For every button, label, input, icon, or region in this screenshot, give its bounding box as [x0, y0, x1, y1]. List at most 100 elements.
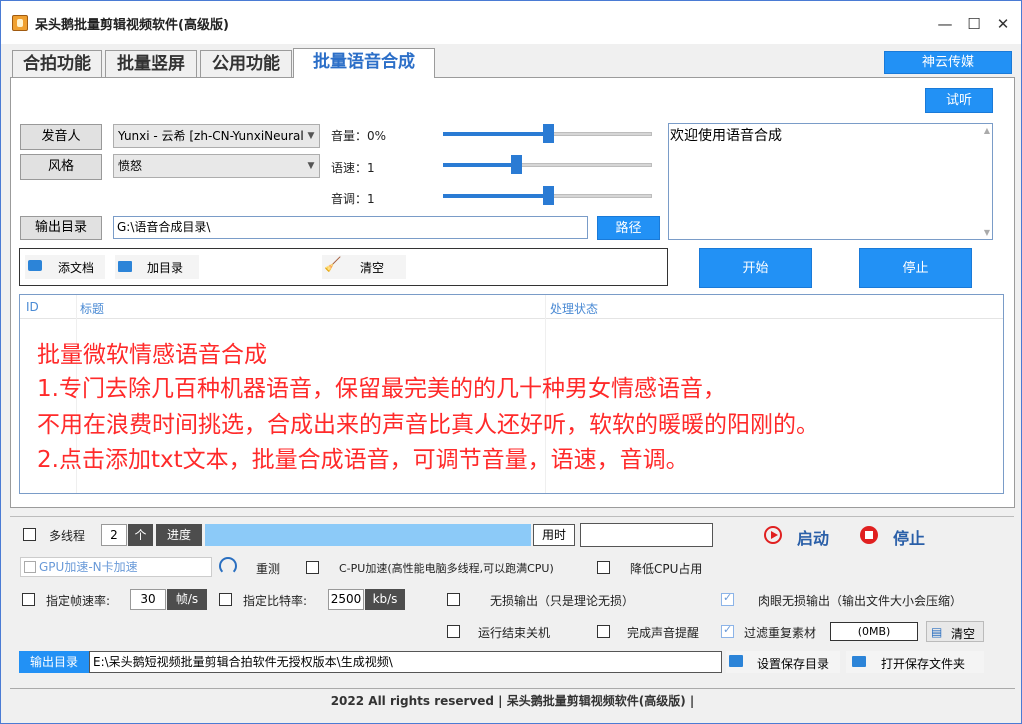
rate-slider-thumb[interactable]	[511, 155, 522, 174]
lower-cpu-checkbox[interactable]	[597, 561, 610, 574]
open-save-dir-label: 打开保存文件夹	[881, 657, 966, 671]
cpu-label: C-PU加速(高性能电脑多线程,可以跑满CPU)	[339, 562, 554, 575]
style-button[interactable]: 风格	[20, 154, 102, 180]
retest-button[interactable]: 重测	[256, 560, 280, 577]
speedometer-icon	[219, 557, 237, 575]
time-value	[580, 523, 713, 547]
volume-slider[interactable]	[443, 124, 652, 143]
path-button[interactable]: 路径	[597, 216, 660, 240]
thread-count-input[interactable]: 2	[101, 524, 127, 546]
bitrate-label: 指定比特率:	[243, 594, 308, 608]
style-select[interactable]: 愤怒 ▼	[113, 154, 320, 178]
multithread-checkbox[interactable]	[23, 528, 36, 541]
minimize-icon[interactable]: —	[933, 13, 957, 35]
filter-duplicates-checkbox[interactable]	[721, 623, 734, 638]
stop-button[interactable]: 停止	[859, 248, 972, 288]
description-line: 2.点击添加txt文本，批量合成语音，可调节音量，语速，音调。	[37, 447, 689, 473]
doc-add-icon	[28, 260, 42, 271]
shutdown-label: 运行结束关机	[478, 626, 551, 640]
pitch-label: 音调：1	[331, 192, 375, 206]
add-dir-label: 加目录	[147, 261, 184, 275]
output-dir-input[interactable]: G:\语音合成目录\	[113, 216, 588, 239]
bitrate-checkbox[interactable]	[219, 593, 232, 606]
description-line: 不用在浪费时间挑选，合成出来的声音比真人还好听，软软的暖暖的阳刚的。	[37, 412, 819, 438]
rate-label: 语速：1	[331, 161, 375, 175]
col-title[interactable]: 标题	[80, 300, 104, 317]
bitrate-unit: kb/s	[365, 589, 405, 610]
tab-hepai[interactable]: 合拍功能	[12, 50, 102, 77]
shenyun-button[interactable]: 神云传媒	[884, 51, 1012, 74]
app-icon	[12, 15, 28, 31]
set-save-dir-button[interactable]: 设置保存目录	[726, 651, 840, 673]
progress-label: 进度	[156, 524, 202, 546]
sound-label: 完成声音提醒	[627, 626, 700, 640]
pitch-slider[interactable]	[443, 186, 652, 205]
launch-button[interactable]: 启动	[797, 525, 829, 549]
table-header: ID 标题 处理状态	[20, 295, 1003, 319]
open-save-dir-button[interactable]: 打开保存文件夹	[846, 651, 984, 673]
speaker-select[interactable]: Yunxi - 云希 [zh-CN-YunxiNeural] ▼	[113, 124, 320, 148]
set-save-dir-label: 设置保存目录	[757, 657, 830, 671]
time-label: 用时	[533, 524, 575, 546]
video-output-dir-button[interactable]: 输出目录	[19, 651, 89, 673]
text-area-content: 欢迎使用语音合成	[670, 128, 782, 144]
sound-checkbox[interactable]	[597, 625, 610, 638]
folder-open-icon	[852, 656, 866, 667]
broom-icon: 🧹	[324, 257, 342, 273]
visual-lossless-label: 肉眼无损输出（输出文件大小会压缩）	[758, 594, 963, 608]
fps-input[interactable]: 30	[130, 589, 166, 610]
gpu-label: GPU加速-N卡加速	[39, 560, 138, 574]
volume-slider-fill	[443, 132, 548, 136]
speaker-value: Yunxi - 云希 [zh-CN-YunxiNeural]	[118, 129, 309, 143]
col-id[interactable]: ID	[26, 300, 39, 314]
fps-checkbox[interactable]	[22, 593, 35, 606]
add-dir-button[interactable]: 加目录	[115, 255, 199, 279]
chevron-down-icon: ▼	[303, 155, 319, 177]
gpu-checkbox[interactable]	[24, 561, 36, 573]
play-icon[interactable]	[764, 526, 782, 544]
description-text: 批量微软情感语音合成 1.专门去除几百种机器语音，保留最完美的的几十种男女情感语…	[37, 335, 819, 475]
chevron-down-icon: ▼	[303, 125, 319, 147]
volume-label: 音量：0%	[331, 129, 387, 143]
volume-slider-thumb[interactable]	[543, 124, 554, 143]
title-bar[interactable]: 呆头鹅批量剪辑视频软件(高级版) — ☐ ✕	[0, 0, 1022, 44]
progress-bar	[205, 524, 531, 546]
cpu-checkbox[interactable]	[306, 561, 319, 574]
shutdown-checkbox[interactable]	[447, 625, 460, 638]
lower-cpu-label: 降低CPU占用	[630, 562, 703, 576]
window-title: 呆头鹅批量剪辑视频软件(高级版)	[35, 18, 229, 33]
output-dir-button[interactable]: 输出目录	[20, 216, 102, 240]
rate-slider[interactable]	[443, 155, 652, 174]
lossless-checkbox[interactable]	[447, 593, 460, 606]
scroll-down-icon[interactable]: ▼	[984, 228, 990, 237]
thread-unit: 个	[128, 524, 153, 546]
visual-lossless-checkbox[interactable]	[721, 591, 734, 606]
stop-circle-icon[interactable]	[860, 526, 878, 544]
lossless-label: 无损输出（只是理论无损）	[490, 594, 635, 608]
clear-list-label: 清空	[360, 261, 385, 275]
halt-button[interactable]: 停止	[893, 525, 925, 549]
folder-settings-icon	[729, 655, 743, 667]
tab-batch-tts[interactable]: 批量语音合成	[293, 48, 435, 78]
add-doc-button[interactable]: 添文档	[25, 255, 105, 279]
speaker-button[interactable]: 发音人	[20, 124, 102, 150]
col-status[interactable]: 处理状态	[550, 300, 598, 317]
bitrate-input[interactable]: 2500	[328, 589, 364, 610]
close-icon[interactable]: ✕	[991, 13, 1015, 35]
scroll-up-icon[interactable]: ▲	[984, 126, 990, 135]
pitch-slider-fill	[443, 194, 548, 198]
start-button[interactable]: 开始	[699, 248, 812, 288]
folder-add-icon	[118, 261, 132, 272]
text-area[interactable]: 欢迎使用语音合成 ▲ ▼	[668, 123, 993, 240]
clear-list-button[interactable]: 🧹 清空	[322, 255, 406, 279]
pitch-slider-thumb[interactable]	[543, 186, 554, 205]
gpu-option[interactable]: GPU加速-N卡加速	[20, 557, 212, 577]
tab-batch-vertical[interactable]: 批量竖屏	[105, 50, 197, 77]
maximize-icon[interactable]: ☐	[962, 13, 986, 35]
multithread-label: 多线程	[49, 529, 86, 543]
clear-cache-button[interactable]: ▤ 清空	[926, 621, 984, 642]
tab-common[interactable]: 公用功能	[200, 50, 292, 77]
preview-button[interactable]: 试听	[925, 88, 993, 113]
status-bar: 2022 All rights reserved | 呆头鹅批量剪辑视频软件(高…	[10, 688, 1015, 714]
video-output-dir-input[interactable]: E:\呆头鹅短视频批量剪辑合拍软件无授权版本\生成视频\	[89, 651, 722, 673]
